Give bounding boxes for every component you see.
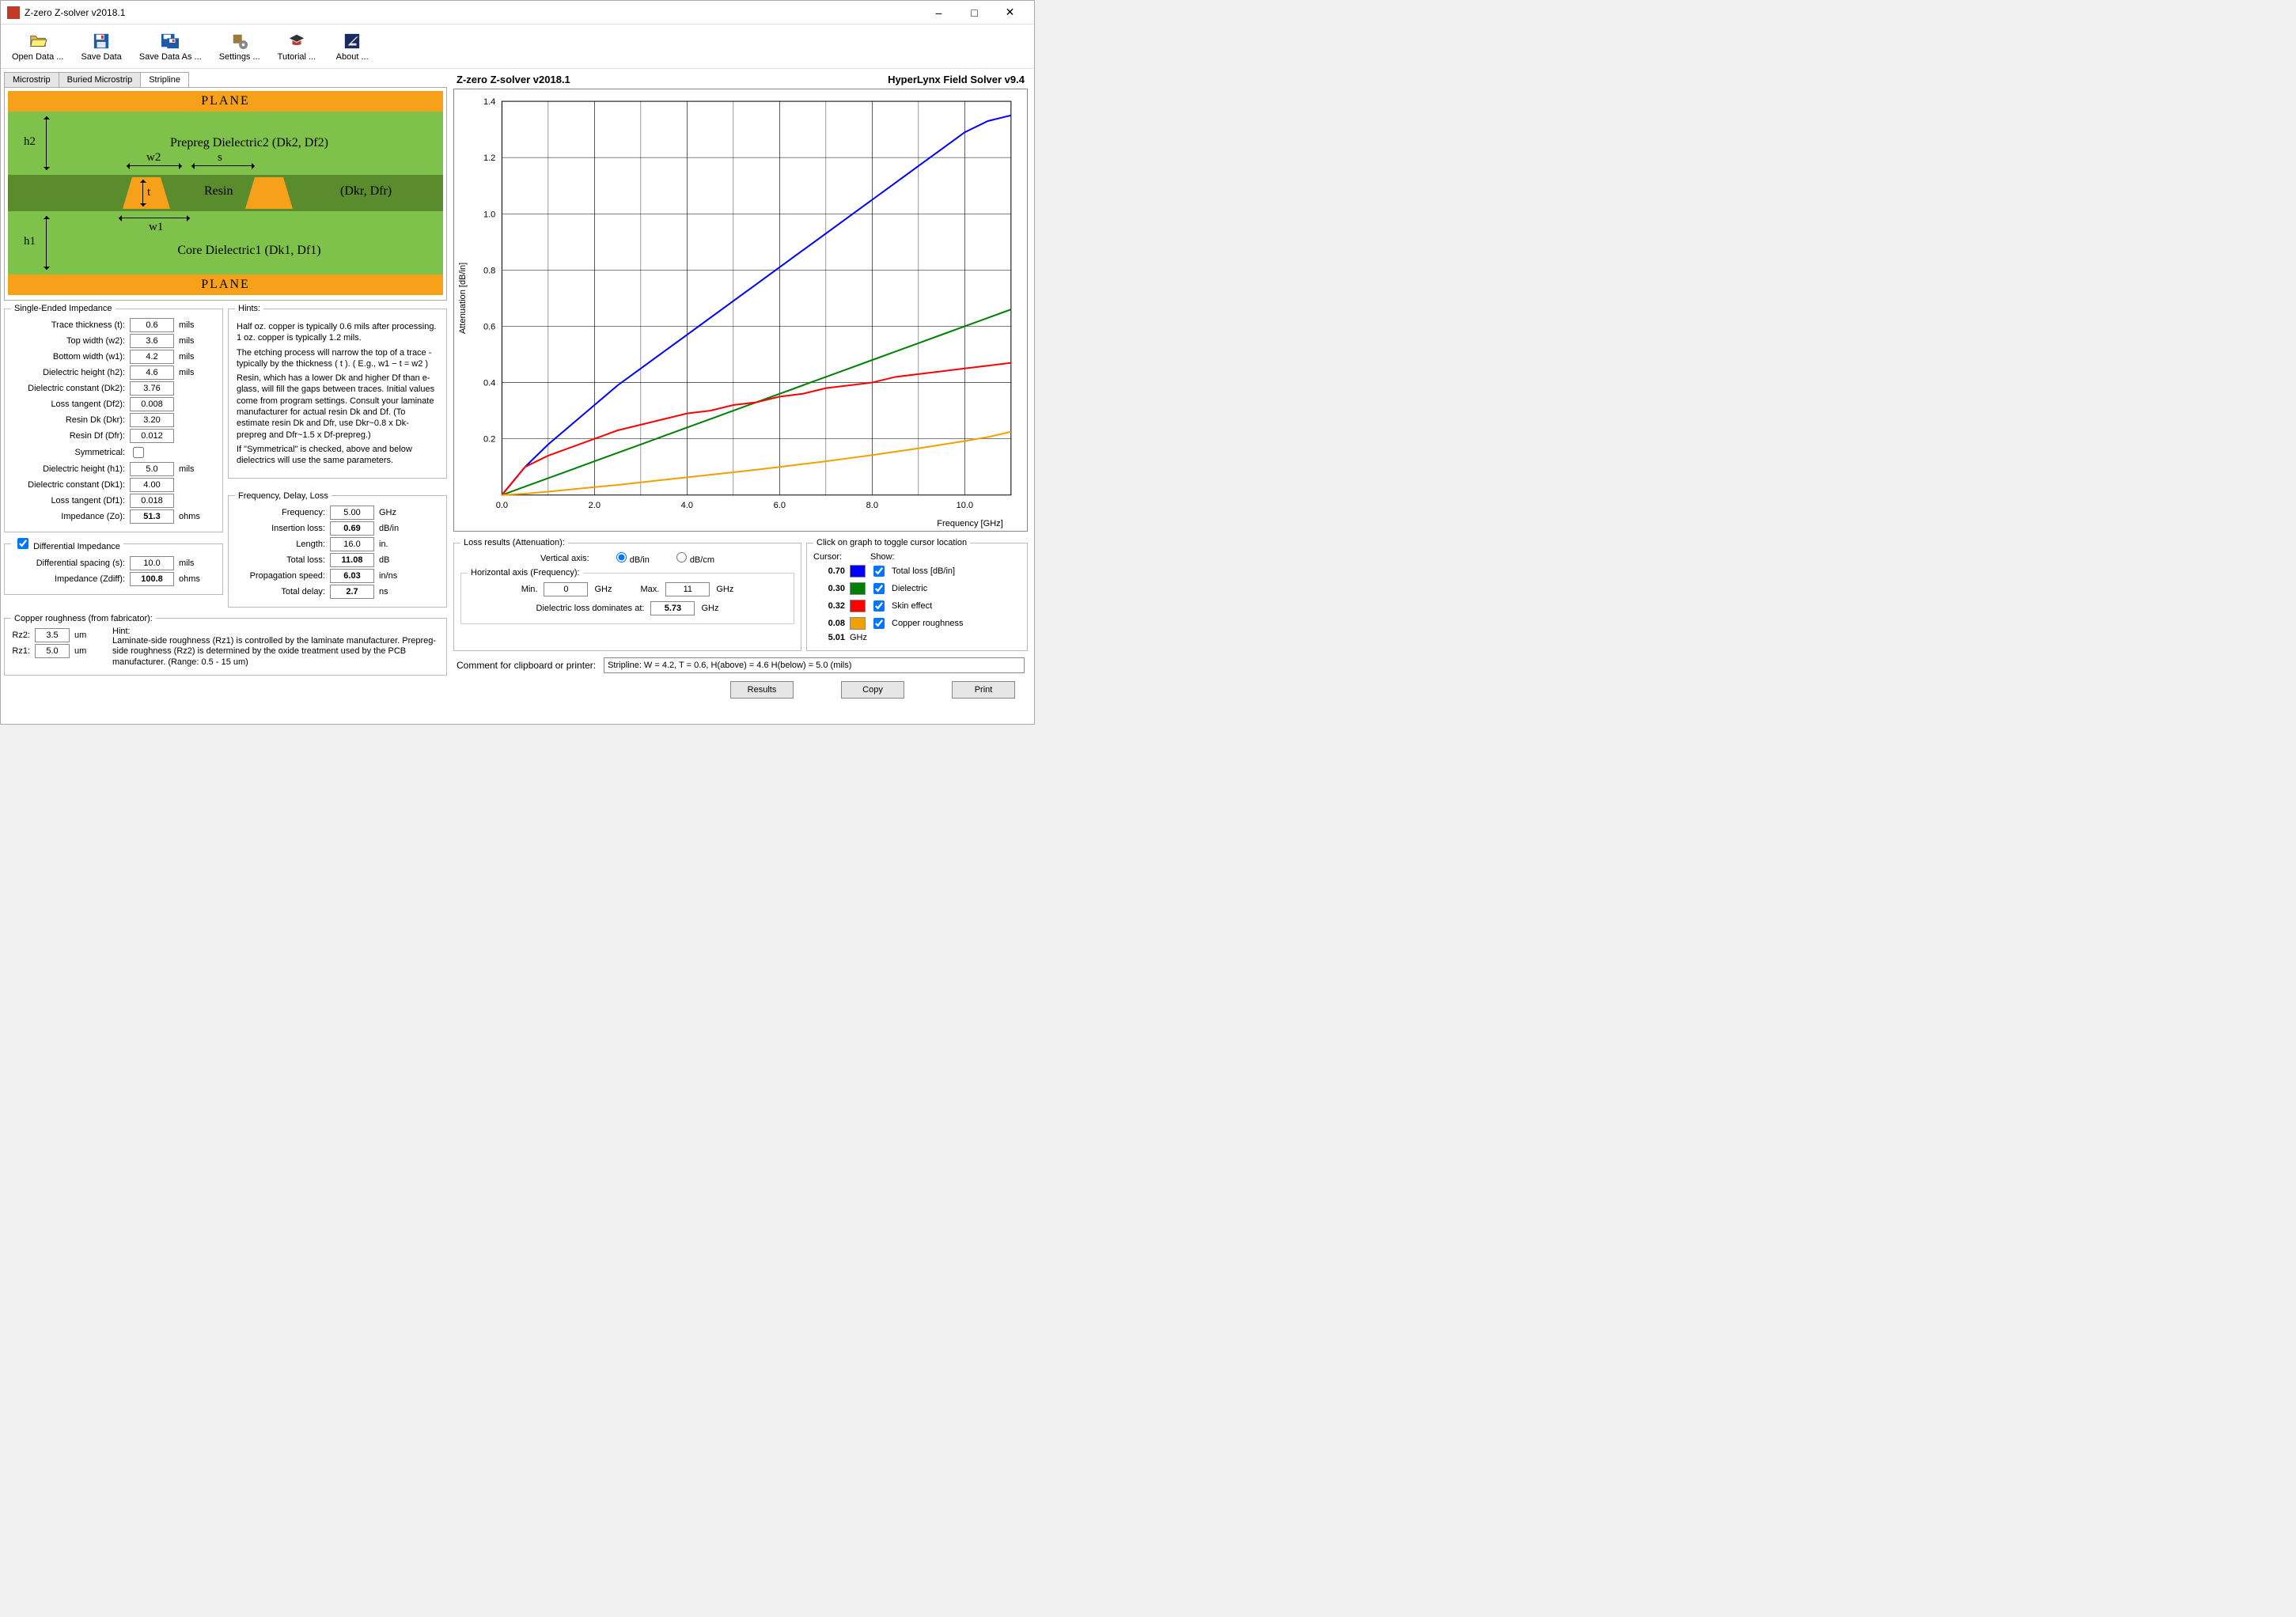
svg-text:10.0: 10.0	[957, 501, 974, 510]
svg-text:0.4: 0.4	[483, 379, 495, 388]
legend-group: Click on graph to toggle cursor location…	[806, 538, 1028, 651]
rz1-input[interactable]	[35, 644, 70, 658]
total-loss-output	[330, 553, 374, 567]
differential-checkbox[interactable]	[17, 538, 28, 549]
bottom-width-input[interactable]	[130, 350, 174, 364]
svg-text:6.0: 6.0	[774, 501, 786, 510]
dk1-input[interactable]	[130, 478, 174, 492]
print-button[interactable]: Print	[952, 681, 1015, 699]
window-title: Z-zero Z-solver v2018.1	[25, 7, 921, 18]
attenuation-chart[interactable]: 0.0 2.0 4.0 6.0 8.0 10.0 0.2 0.4 0.6 0.8 1.0 1.2 1.4…	[453, 89, 1028, 532]
svg-text:8.0: 8.0	[866, 501, 878, 510]
close-button[interactable]: ✕	[992, 2, 1028, 24]
bottom-plane: PLANE	[8, 275, 443, 295]
diff-spacing-input[interactable]	[130, 556, 174, 570]
show-roughness-checkbox[interactable]	[873, 618, 885, 629]
symmetrical-checkbox[interactable]	[133, 447, 144, 458]
freq-max-input[interactable]	[665, 582, 710, 596]
svg-text:1.0: 1.0	[483, 210, 495, 219]
svg-text:Attenuation [dB/in]: Attenuation [dB/in]	[458, 263, 468, 334]
tab-microstrip[interactable]: Microstrip	[4, 72, 59, 87]
show-skin-checkbox[interactable]	[873, 600, 885, 612]
folder-open-icon	[27, 32, 49, 51]
df2-input[interactable]	[130, 397, 174, 411]
loss-results-group: Loss results (Attenuation): Vertical axi…	[453, 538, 801, 651]
logo-icon	[341, 32, 363, 51]
svg-text:0.0: 0.0	[496, 501, 508, 510]
dominates-output	[650, 601, 695, 615]
total-delay-output	[330, 585, 374, 599]
freq-min-input[interactable]	[544, 582, 588, 596]
gear-icon	[229, 32, 251, 51]
zo-output	[130, 509, 174, 524]
rz2-input[interactable]	[35, 628, 70, 642]
graduation-cap-icon	[286, 32, 308, 51]
h2-input[interactable]	[130, 365, 174, 380]
app-icon	[7, 6, 20, 19]
resin-layer: t Resin (Dkr, Dfr)	[8, 175, 443, 211]
copy-button[interactable]: Copy	[841, 681, 904, 699]
roughness-group: Copper roughness (from fabricator): Rz2:…	[4, 614, 447, 676]
comment-input[interactable]	[604, 657, 1025, 673]
single-ended-group: Single-Ended Impedance Trace thickness (…	[4, 304, 223, 532]
h1-input[interactable]	[130, 462, 174, 476]
results-button[interactable]: Results	[730, 681, 794, 699]
geometry-tabs: Microstrip Buried Microstrip Stripline	[4, 72, 447, 87]
dbcm-radio[interactable]	[676, 552, 687, 562]
dfr-input[interactable]	[130, 429, 174, 443]
chart-header: Z-zero Z-solver v2018.1 HyperLynx Field …	[450, 72, 1031, 87]
tab-stripline[interactable]: Stripline	[140, 72, 189, 87]
swatch-dielectric	[850, 582, 866, 595]
tab-buried-microstrip[interactable]: Buried Microstrip	[59, 72, 142, 87]
settings-button[interactable]: Settings ...	[213, 30, 267, 63]
svg-text:0.6: 0.6	[483, 322, 495, 331]
save-data-as-button[interactable]: Save Data As ...	[133, 30, 208, 63]
about-button[interactable]: About ...	[327, 30, 377, 63]
frequency-input[interactable]	[330, 506, 374, 520]
top-plane: PLANE	[8, 91, 443, 112]
svg-text:2.0: 2.0	[589, 501, 601, 510]
save-data-button[interactable]: Save Data	[74, 30, 127, 63]
top-width-input[interactable]	[130, 334, 174, 348]
core-layer: w1 Core Dielectric1 (Dk1, Df1) h1	[8, 211, 443, 275]
show-dielectric-checkbox[interactable]	[873, 583, 885, 594]
prepreg-layer: Prepreg Dielectric2 (Dk2, Df2) h2 w2 s	[8, 112, 443, 175]
comment-label: Comment for clipboard or printer:	[457, 660, 596, 671]
main-window: Z-zero Z-solver v2018.1 – □ ✕ Open Data …	[0, 0, 1035, 725]
swatch-roughness	[850, 617, 866, 630]
df1-input[interactable]	[130, 494, 174, 508]
save-as-icon	[159, 32, 181, 51]
differential-group: Differential Impedance Differential spac…	[4, 536, 223, 595]
tutorial-button[interactable]: Tutorial ...	[271, 30, 323, 63]
dk2-input[interactable]	[130, 381, 174, 396]
svg-text:0.2: 0.2	[483, 435, 495, 445]
svg-text:1.2: 1.2	[483, 153, 495, 163]
frequency-group: Frequency, Delay, Loss Frequency:GHz Ins…	[228, 491, 447, 608]
zdiff-output	[130, 572, 174, 586]
maximize-button[interactable]: □	[957, 2, 992, 24]
length-input[interactable]	[330, 537, 374, 551]
save-icon	[90, 32, 112, 51]
dbin-radio[interactable]	[616, 552, 627, 562]
trace-thickness-input[interactable]	[130, 318, 174, 332]
cross-section-diagram: PLANE Prepreg Dielectric2 (Dk2, Df2) h2 …	[4, 87, 447, 301]
show-total-checkbox[interactable]	[873, 566, 885, 577]
svg-text:1.4: 1.4	[483, 97, 495, 107]
hints-group: Hints: Half oz. copper is typically 0.6 …	[228, 304, 447, 479]
svg-text:Frequency [GHz]: Frequency [GHz]	[937, 519, 1003, 528]
chart-svg[interactable]: 0.0 2.0 4.0 6.0 8.0 10.0 0.2 0.4 0.6 0.8 1.0 1.2 1.4…	[454, 89, 1027, 531]
insertion-loss-output	[330, 521, 374, 536]
minimize-button[interactable]: –	[921, 2, 957, 24]
toolbar: Open Data ... Save Data Save Data As ...…	[1, 25, 1034, 69]
titlebar: Z-zero Z-solver v2018.1 – □ ✕	[1, 1, 1034, 25]
dkr-input[interactable]	[130, 413, 174, 427]
open-data-button[interactable]: Open Data ...	[6, 30, 70, 63]
svg-text:0.8: 0.8	[483, 266, 495, 275]
svg-text:4.0: 4.0	[681, 501, 693, 510]
prop-speed-output	[330, 569, 374, 583]
swatch-skin	[850, 600, 866, 612]
swatch-total	[850, 565, 866, 578]
